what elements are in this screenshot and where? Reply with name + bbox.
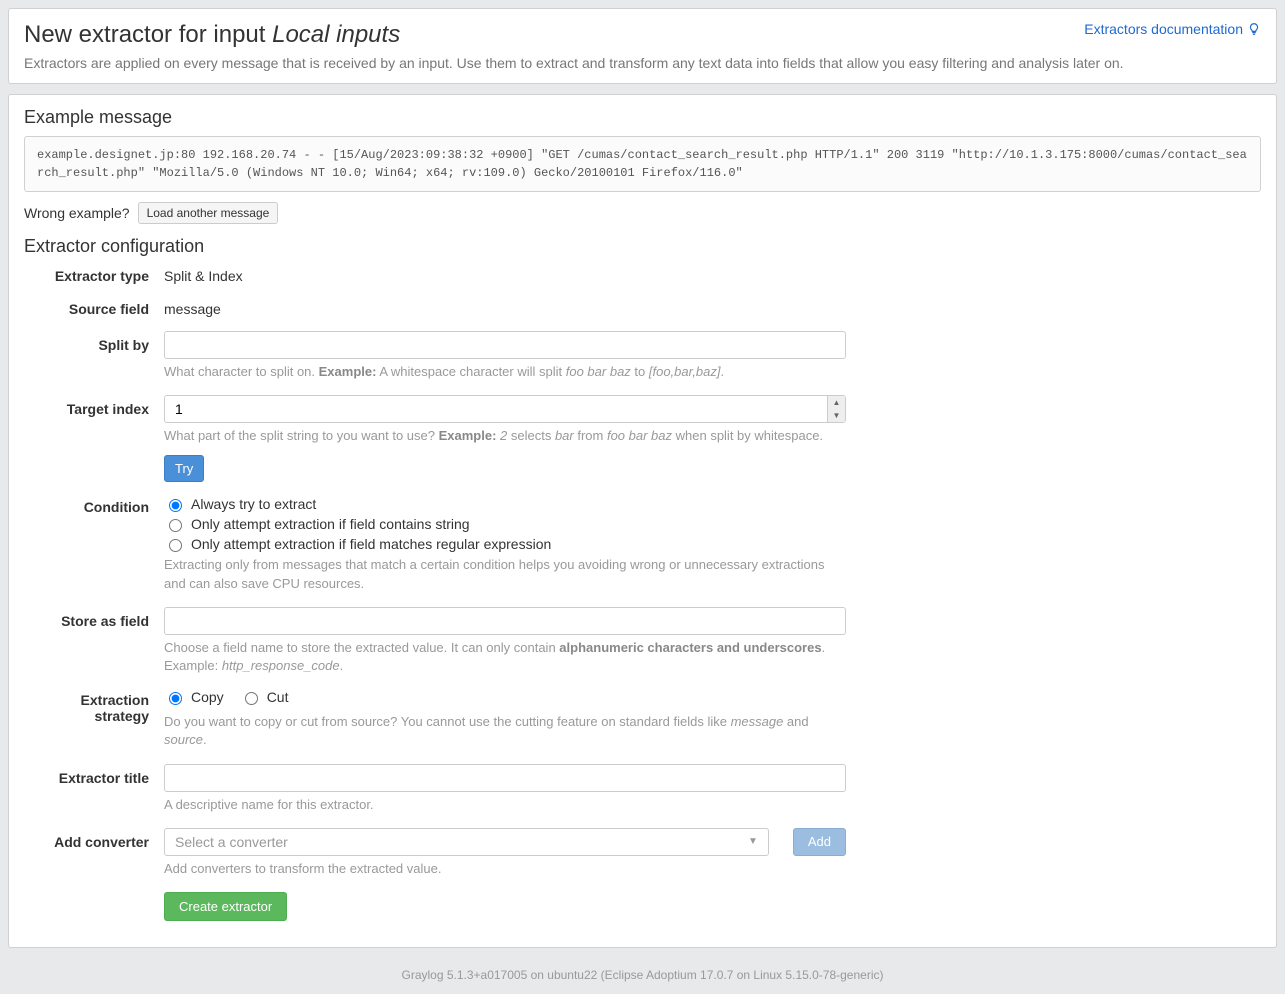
label-split-by: Split by [24, 331, 164, 381]
try-button[interactable]: Try [164, 455, 204, 482]
footer-version: Graylog 5.1.3+a017005 on ubuntu22 (Eclip… [8, 958, 1277, 986]
condition-regex-label: Only attempt extraction if field matches… [191, 536, 551, 552]
split-by-help: What character to split on. Example: A w… [164, 363, 846, 381]
label-extractor-title: Extractor title [24, 764, 164, 814]
target-index-input[interactable] [164, 395, 846, 423]
example-message: example.designet.jp:80 192.168.20.74 - -… [24, 136, 1261, 192]
value-extractor-type: Split & Index [164, 265, 846, 284]
example-heading: Example message [24, 107, 1261, 128]
value-source-field: message [164, 298, 846, 317]
condition-always-radio[interactable] [169, 499, 182, 512]
label-extraction-strategy: Extraction strategy [24, 689, 164, 749]
lightbulb-icon [1247, 22, 1261, 36]
label-add-converter: Add converter [24, 828, 164, 878]
condition-help: Extracting only from messages that match… [164, 556, 846, 592]
load-another-message-button[interactable]: Load another message [138, 202, 279, 224]
header-subtitle: Extractors are applied on every message … [24, 55, 1261, 71]
condition-contains-label: Only attempt extraction if field contain… [191, 516, 470, 532]
label-source-field: Source field [24, 298, 164, 317]
store-as-field-input[interactable] [164, 607, 846, 635]
converter-placeholder: Select a converter [175, 834, 288, 850]
condition-always-label: Always try to extract [191, 496, 316, 512]
add-converter-button[interactable]: Add [793, 828, 846, 856]
header-panel: New extractor for input Local inputs Ext… [8, 8, 1277, 84]
strategy-copy-radio[interactable] [169, 692, 182, 705]
strategy-cut-radio[interactable] [245, 692, 258, 705]
target-index-spinner[interactable]: ▲ ▼ [827, 396, 845, 422]
title-input-name: Local inputs [272, 21, 400, 48]
strategy-copy-label: Copy [191, 689, 224, 705]
label-extractor-type: Extractor type [24, 265, 164, 284]
condition-contains-radio[interactable] [169, 519, 182, 532]
store-as-field-help: Choose a field name to store the extract… [164, 639, 846, 675]
config-panel: Example message example.designet.jp:80 1… [8, 94, 1277, 948]
label-target-index: Target index [24, 395, 164, 482]
strategy-cut-label: Cut [267, 689, 289, 705]
config-heading: Extractor configuration [24, 236, 1261, 257]
extractor-title-input[interactable] [164, 764, 846, 792]
page-title: New extractor for input Local inputs [24, 21, 400, 49]
wrong-example-label: Wrong example? [24, 205, 130, 221]
condition-regex-radio[interactable] [169, 539, 182, 552]
split-by-input[interactable] [164, 331, 846, 359]
doc-link-label: Extractors documentation [1084, 21, 1243, 37]
label-condition: Condition [24, 496, 164, 592]
converter-select[interactable]: Select a converter ▼ [164, 828, 769, 856]
converter-help: Add converters to transform the extracte… [164, 860, 769, 878]
spinner-down-icon[interactable]: ▼ [828, 409, 845, 422]
extractor-title-help: A descriptive name for this extractor. [164, 796, 846, 814]
title-prefix: New extractor for input [24, 21, 272, 48]
label-store-as-field: Store as field [24, 607, 164, 675]
spinner-up-icon[interactable]: ▲ [828, 396, 845, 409]
chevron-down-icon: ▼ [748, 836, 758, 847]
extractors-doc-link[interactable]: Extractors documentation [1084, 21, 1261, 37]
strategy-help: Do you want to copy or cut from source? … [164, 713, 846, 749]
target-index-help: What part of the split string to you wan… [164, 427, 846, 445]
create-extractor-button[interactable]: Create extractor [164, 892, 287, 921]
